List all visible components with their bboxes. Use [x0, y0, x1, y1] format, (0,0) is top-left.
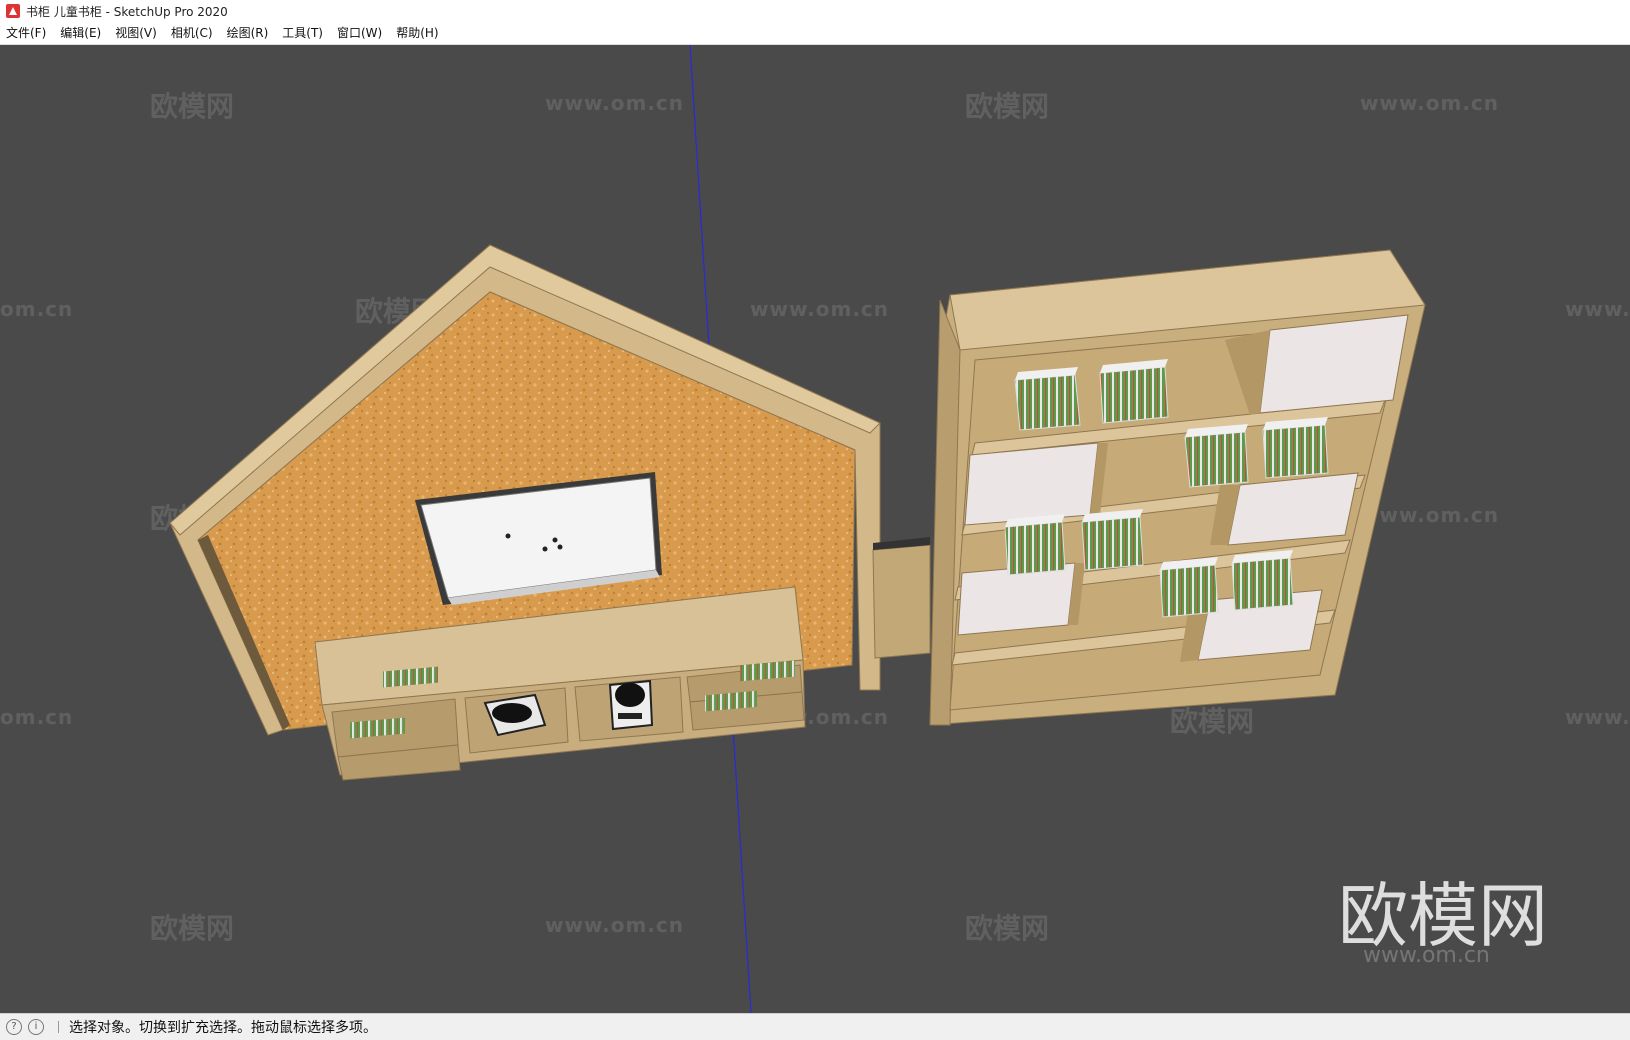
menu-draw[interactable]: 绘图(R) — [220, 22, 276, 44]
status-bar: ? i 选择对象。切换到扩充选择。拖动鼠标选择多项。 — [0, 1013, 1630, 1040]
book-stack — [1159, 557, 1219, 618]
bookcase — [929, 249, 1426, 726]
cabinet-door — [1259, 314, 1409, 414]
om-logo-url: www.om.cn — [1363, 943, 1490, 968]
cabinet-door — [1227, 472, 1359, 546]
side-panel — [872, 544, 931, 659]
menu-edit[interactable]: 编辑(E) — [53, 22, 108, 44]
info-icon[interactable]: i — [28, 1019, 44, 1035]
status-separator — [58, 1021, 59, 1033]
sketchup-logo-icon — [6, 4, 20, 18]
book-stack — [1184, 424, 1249, 488]
menu-tools[interactable]: 工具(T) — [275, 22, 330, 44]
title-bar: 书柜 儿童书柜 - SketchUp Pro 2020 — [0, 0, 1630, 22]
status-text: 选择对象。切换到扩充选择。拖动鼠标选择多项。 — [69, 1020, 377, 1036]
menu-view[interactable]: 视图(V) — [108, 22, 164, 44]
storage-basket — [608, 679, 654, 731]
menu-camera[interactable]: 相机(C) — [164, 22, 220, 44]
book-stack — [1081, 509, 1144, 571]
3d-viewport[interactable]: 欧模网 www.om.cn 欧模网 www.om.cn om.cn 欧模网 ww… — [0, 45, 1630, 1013]
book-stack — [1262, 417, 1329, 479]
book-stack — [1014, 367, 1081, 431]
menu-help[interactable]: 帮助(H) — [389, 22, 445, 44]
book-stack — [1099, 359, 1169, 424]
menu-window[interactable]: 窗口(W) — [330, 22, 389, 44]
book-stack — [1004, 514, 1066, 576]
menu-file[interactable]: 文件(F) — [0, 22, 53, 44]
window-title: 书柜 儿童书柜 - SketchUp Pro 2020 — [26, 4, 228, 19]
cabinet-door — [964, 442, 1099, 526]
geo-location-icon[interactable]: ? — [6, 1019, 22, 1035]
menu-bar: 文件(F) 编辑(E) 视图(V) 相机(C) 绘图(R) 工具(T) 窗口(W… — [0, 22, 1630, 45]
book-stack — [1231, 550, 1294, 611]
